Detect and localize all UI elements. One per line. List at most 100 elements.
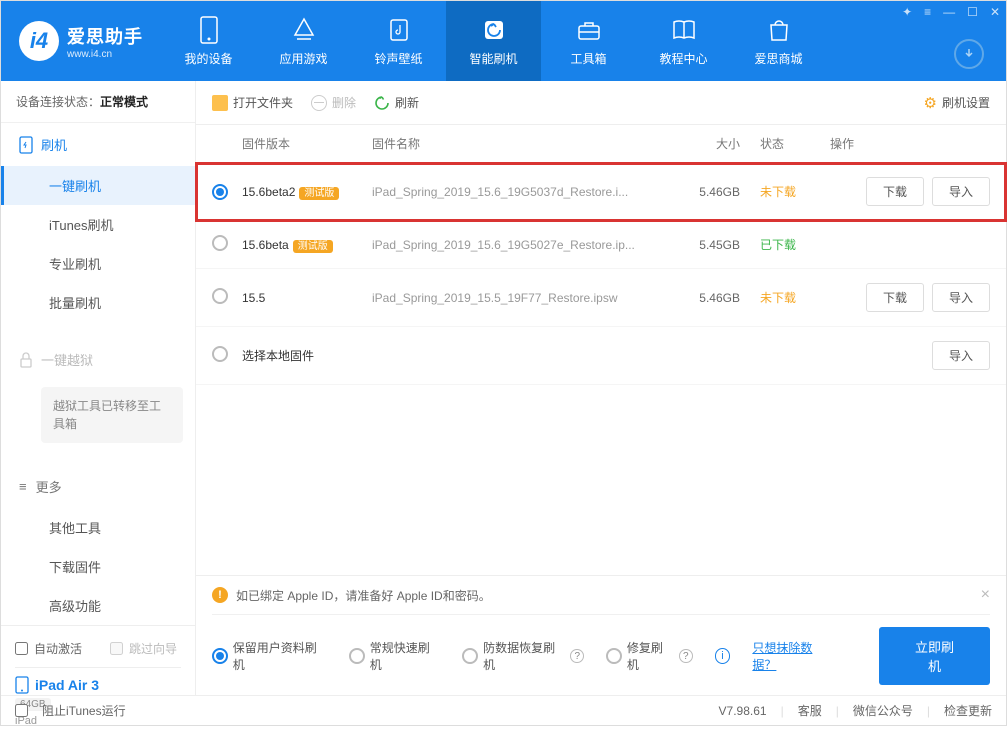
logo-area: i4 爱思助手 www.i4.cn — [1, 21, 161, 61]
firmware-radio[interactable] — [212, 235, 228, 251]
nav-one-click-flash[interactable]: 一键刷机 — [1, 166, 195, 205]
version-label: V7.98.61 — [719, 704, 767, 718]
firmware-row[interactable]: 15.6beta 测试版 iPad_Spring_2019_15.6_19G5027… — [196, 221, 1006, 269]
sidebar: 设备连接状态：正常模式 刷机 一键刷机 iTunes刷机 专业刷机 批量刷机 一… — [1, 81, 196, 695]
main-tabs: 我的设备 应用游戏 铃声壁纸 智能刷机 工具箱 教程中心 爱思商城 — [161, 1, 826, 81]
nav-more-header[interactable]: ≡ 更多 — [1, 465, 195, 508]
firmware-row[interactable]: 15.6beta2 测试版 iPad_Spring_2019_15.6_19G503… — [196, 163, 1006, 221]
firmware-status: 未下载 — [760, 183, 830, 200]
version-label: 15.5 — [242, 291, 265, 305]
opt-normal-flash[interactable]: 常规快速刷机 — [349, 639, 440, 673]
tab-tutorials[interactable]: 教程中心 — [636, 1, 731, 81]
flash-icon — [480, 16, 508, 44]
firmware-radio[interactable] — [212, 346, 228, 362]
firmware-row[interactable]: 选择本地固件导入 — [196, 327, 1006, 385]
warning-icon: ! — [212, 587, 228, 603]
close-icon[interactable]: ✕ — [990, 5, 1000, 19]
opt-repair-flash[interactable]: 修复刷机? — [606, 639, 692, 673]
firmware-name: iPad_Spring_2019_15.6_19G5027e_Restore.i… — [372, 238, 690, 252]
nav-flash-header[interactable]: 刷机 — [1, 123, 195, 166]
nav-other-tools[interactable]: 其他工具 — [1, 508, 195, 547]
book-icon — [670, 16, 698, 44]
firmware-status: 未下载 — [760, 289, 830, 306]
logo-url: www.i4.cn — [67, 49, 143, 60]
nav-jailbreak-header: 一键越狱 — [1, 338, 195, 381]
open-folder-button[interactable]: 打开文件夹 — [212, 94, 293, 111]
opt-anti-recover[interactable]: 防数据恢复刷机? — [462, 639, 584, 673]
flash-options: 保留用户资料刷机 常规快速刷机 防数据恢复刷机? 修复刷机? i 只想抹除数据？… — [212, 614, 990, 685]
firmware-radio[interactable] — [212, 288, 228, 304]
delete-button: 删除 — [311, 94, 356, 111]
device-info[interactable]: iPad Air 3 64GB iPad — [15, 667, 181, 731]
logo-icon: i4 — [19, 21, 59, 61]
download-indicator-icon[interactable] — [954, 39, 984, 69]
flash-now-button[interactable]: 立即刷机 — [879, 627, 990, 685]
maximize-icon[interactable]: ☐ — [967, 5, 978, 19]
download-button[interactable]: 下载 — [866, 177, 924, 206]
version-label: 15.6beta2 — [242, 185, 295, 199]
connection-status: 设备连接状态：正常模式 — [1, 81, 195, 123]
logo-title: 爱思助手 — [67, 23, 143, 49]
nav-batch-flash[interactable]: 批量刷机 — [1, 283, 195, 322]
window-controls: ✦ ≡ — ☐ ✕ — [902, 5, 1000, 19]
opt-keep-data[interactable]: 保留用户资料刷机 — [212, 639, 327, 673]
tablet-icon — [15, 676, 29, 694]
more-icon: ≡ — [19, 479, 28, 494]
tab-ringtones[interactable]: 铃声壁纸 — [351, 1, 446, 81]
nav-pro-flash[interactable]: 专业刷机 — [1, 244, 195, 283]
skip-guide-checkbox[interactable] — [110, 642, 123, 655]
import-button[interactable]: 导入 — [932, 177, 990, 206]
toolbox-icon — [575, 16, 603, 44]
import-button[interactable]: 导入 — [932, 341, 990, 370]
main-content: 打开文件夹 删除 刷新 ⚙ 刷机设置 固件版本 固件名称 大小 状态 操作 — [196, 81, 1006, 695]
music-icon — [385, 16, 413, 44]
table-header: 固件版本 固件名称 大小 状态 操作 — [196, 125, 1006, 163]
block-itunes-checkbox[interactable] — [15, 704, 28, 717]
list-icon[interactable]: ≡ — [924, 5, 931, 19]
firmware-size: 5.46GB — [690, 291, 760, 305]
download-button[interactable]: 下载 — [866, 283, 924, 312]
lock-icon — [19, 352, 33, 368]
folder-icon — [212, 95, 228, 111]
nav-advanced[interactable]: 高级功能 — [1, 586, 195, 625]
tab-my-device[interactable]: 我的设备 — [161, 1, 256, 81]
firmware-name: iPad_Spring_2019_15.5_19F77_Restore.ipsw — [372, 291, 690, 305]
tab-flash[interactable]: 智能刷机 — [446, 1, 541, 81]
delete-icon — [311, 95, 327, 111]
tab-apps[interactable]: 应用游戏 — [256, 1, 351, 81]
bottom-panel: ! 如已绑定 Apple ID，请准备好 Apple ID和密码。 × 保留用户… — [196, 575, 1006, 695]
erase-data-link[interactable]: 只想抹除数据？ — [752, 639, 835, 673]
import-button[interactable]: 导入 — [932, 283, 990, 312]
firmware-size: 5.45GB — [690, 238, 760, 252]
tab-toolbox[interactable]: 工具箱 — [541, 1, 636, 81]
bag-icon — [765, 16, 793, 44]
jailbreak-note: 越狱工具已转移至工具箱 — [41, 387, 183, 443]
app-header: i4 爱思助手 www.i4.cn 我的设备 应用游戏 铃声壁纸 智能刷机 工具… — [1, 1, 1006, 81]
nav-itunes-flash[interactable]: iTunes刷机 — [1, 205, 195, 244]
menu-icon[interactable]: ✦ — [902, 5, 912, 19]
firmware-name: iPad_Spring_2019_15.6_19G5037d_Restore.i… — [372, 185, 690, 199]
beta-badge: 测试版 — [299, 187, 339, 200]
wechat-link[interactable]: 微信公众号 — [853, 702, 913, 719]
refresh-button[interactable]: 刷新 — [374, 94, 419, 111]
firmware-radio[interactable] — [212, 184, 228, 200]
info-icon: i — [715, 648, 731, 664]
refresh-icon — [374, 95, 390, 111]
gear-icon: ⚙ — [924, 94, 937, 112]
auto-activate-checkbox[interactable] — [15, 642, 28, 655]
flash-settings-button[interactable]: ⚙ 刷机设置 — [924, 94, 990, 112]
beta-badge: 测试版 — [293, 240, 333, 253]
device-icon — [195, 16, 223, 44]
version-label: 15.6beta — [242, 238, 289, 252]
tab-store[interactable]: 爱思商城 — [731, 1, 826, 81]
help-icon[interactable]: ? — [679, 649, 693, 663]
minimize-icon[interactable]: — — [943, 5, 955, 19]
alert-close-icon[interactable]: × — [981, 586, 990, 604]
check-update-link[interactable]: 检查更新 — [944, 702, 992, 719]
phone-icon — [19, 136, 33, 154]
nav-download-fw[interactable]: 下载固件 — [1, 547, 195, 586]
firmware-row[interactable]: 15.5 iPad_Spring_2019_15.5_19F77_Restore.… — [196, 269, 1006, 327]
support-link[interactable]: 客服 — [798, 702, 822, 719]
firmware-size: 5.46GB — [690, 185, 760, 199]
help-icon[interactable]: ? — [570, 649, 584, 663]
